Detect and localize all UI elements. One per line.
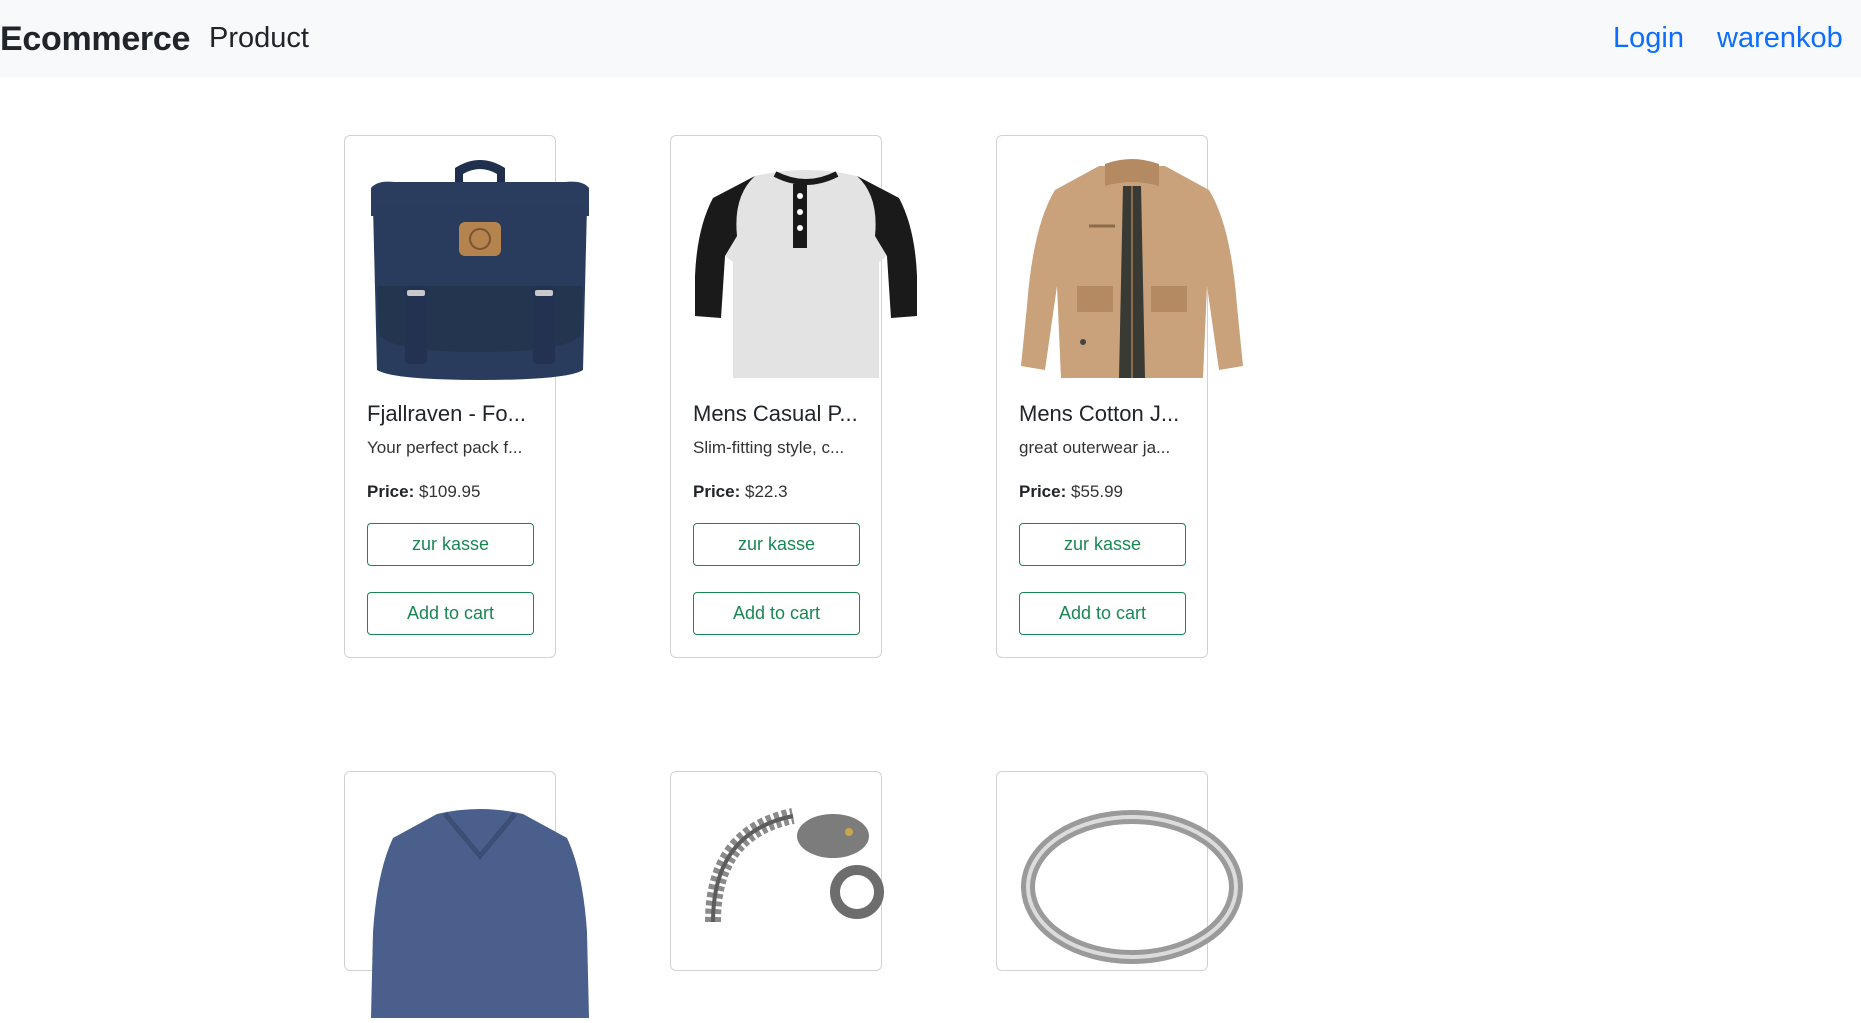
price-value: $55.99 <box>1070 482 1123 501</box>
price-value: $22.3 <box>744 482 788 501</box>
product-card: Fjallraven - Fo... Your perfect pack f..… <box>344 135 589 658</box>
nav-product-link[interactable]: Product <box>209 22 309 55</box>
product-description: Slim-fitting style, c... <box>693 438 845 457</box>
tshirt-image <box>693 156 919 382</box>
product-card: Mens Cotton J... great outerwear ja... P… <box>996 135 1243 658</box>
ring-image <box>1019 792 1245 1018</box>
product-title[interactable]: Mens Cotton J... <box>1019 401 1191 427</box>
product-title[interactable]: Fjallraven - Fo... <box>367 401 539 427</box>
checkout-button[interactable]: zur kasse <box>1019 523 1186 566</box>
bracelet-image <box>693 792 919 1018</box>
backpack-image <box>367 156 593 382</box>
price-label: Price: <box>693 482 741 501</box>
nav-cart-link[interactable]: warenkob <box>1717 22 1843 55</box>
brand-link[interactable]: Ecommerce <box>0 20 190 59</box>
product-card <box>996 771 1243 971</box>
longsleeve-shirt-image <box>367 792 593 1018</box>
product-card: Mens Casual P... Slim-fitting style, c..… <box>670 135 917 658</box>
top-navbar: Ecommerce Product Login warenkob <box>0 0 1861 78</box>
price-value: $109.95 <box>418 482 481 501</box>
add-to-cart-button[interactable]: Add to cart <box>1019 592 1186 635</box>
add-to-cart-button[interactable]: Add to cart <box>693 592 860 635</box>
product-card <box>670 771 884 971</box>
product-price: Price: $55.99 <box>1019 482 1123 502</box>
jacket-image <box>1019 156 1245 382</box>
product-price: Price: $22.3 <box>693 482 788 502</box>
product-description: great outerwear ja... <box>1019 438 1171 457</box>
product-price: Price: $109.95 <box>367 482 480 502</box>
checkout-button[interactable]: zur kasse <box>693 523 860 566</box>
nav-login-link[interactable]: Login <box>1613 22 1684 55</box>
add-to-cart-button[interactable]: Add to cart <box>367 592 534 635</box>
product-title[interactable]: Mens Casual P... <box>693 401 865 427</box>
product-card <box>344 771 589 1018</box>
price-label: Price: <box>367 482 415 501</box>
price-label: Price: <box>1019 482 1067 501</box>
product-description: Your perfect pack f... <box>367 438 523 457</box>
checkout-button[interactable]: zur kasse <box>367 523 534 566</box>
